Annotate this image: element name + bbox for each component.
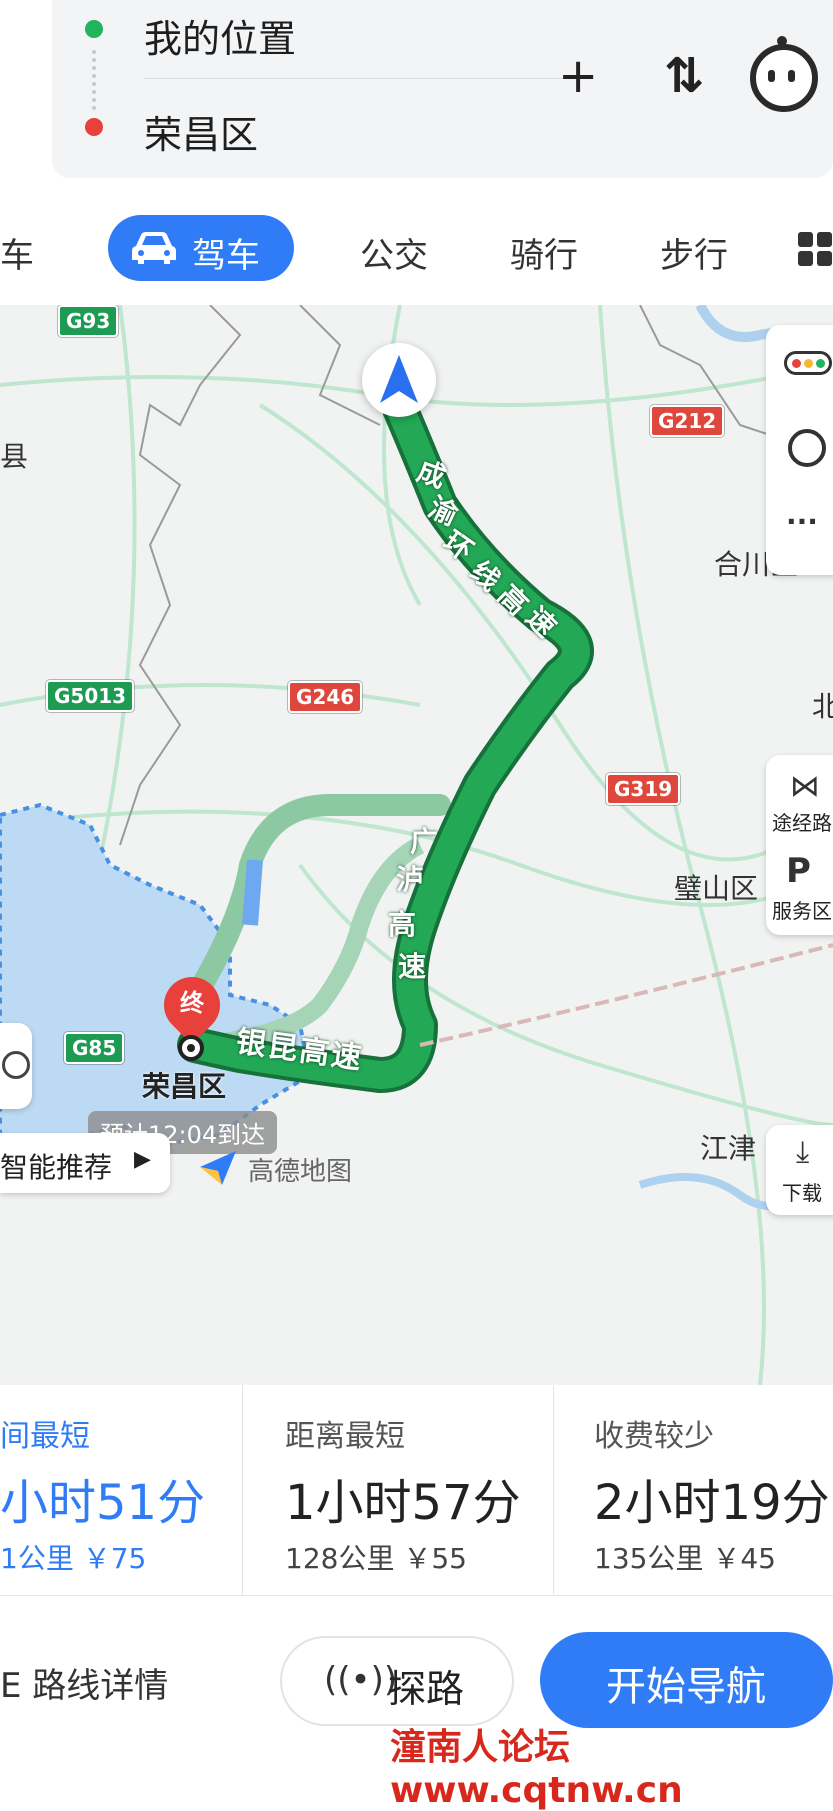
route-option-fastest[interactable]: 间最短 小时51分 1公里 ￥75 xyxy=(0,1385,242,1595)
origin-field[interactable]: 我的位置 xyxy=(144,8,296,63)
route-option-sub: 135公里 ￥45 xyxy=(594,1542,776,1575)
route-options: 间最短 小时51分 1公里 ￥75 距离最短 1小时57分 128公里 ￥55 … xyxy=(0,1385,833,1595)
explore-label: 探路 xyxy=(388,1667,465,1711)
tab-drive[interactable]: 驾车 xyxy=(108,215,294,281)
route-option-title: 收费较少 xyxy=(594,1419,714,1454)
shield-g5013: G5013 xyxy=(46,680,135,712)
place-jiangjin: 江津 xyxy=(700,1132,757,1165)
place-county: 县 xyxy=(0,440,29,473)
amap-logo-icon xyxy=(196,1145,240,1189)
smart-recommend-label: 智能推荐 xyxy=(0,1151,113,1184)
robot-icon[interactable] xyxy=(750,36,818,112)
locate-icon xyxy=(2,1051,30,1079)
more-options-icon[interactable]: ··· xyxy=(786,505,818,538)
tab-bus[interactable]: 公交 xyxy=(360,228,428,277)
road-label-guanglu-1: 广 xyxy=(410,825,439,858)
tab-cycling[interactable]: 骑行 xyxy=(510,228,578,277)
watermark: 潼南人论坛www.cqtnw.cn xyxy=(390,1727,683,1811)
history-clock-icon[interactable] xyxy=(788,429,826,467)
smart-recommend-button[interactable]: 智能推荐 ▶ xyxy=(0,1133,170,1193)
start-navigation-label: 开始导航 xyxy=(606,1664,766,1710)
route-option-sub: 1公里 ￥75 xyxy=(0,1542,147,1575)
route-option-time: 2小时19分 xyxy=(594,1475,830,1531)
route-option-lowfee[interactable]: 收费较少 2小时19分 135公里 ￥45 xyxy=(554,1385,833,1595)
start-location-icon xyxy=(362,343,436,417)
traffic-light-icon[interactable] xyxy=(784,351,832,375)
route-header: 我的位置 荣昌区 + ⇅ xyxy=(0,0,833,200)
brand-label: 高德地图 xyxy=(248,1157,353,1187)
chevron-right-icon: ▶ xyxy=(134,1147,151,1172)
download-button[interactable]: ⤓ 下载 xyxy=(766,1125,833,1215)
route-details-button[interactable]: E 路线详情 xyxy=(0,1658,168,1707)
destination-field[interactable]: 荣昌区 xyxy=(144,104,258,159)
service-area-label[interactable]: 服务区 xyxy=(772,895,832,924)
map-view[interactable]: 成 渝 环 线 高 速 广 泸 高 速 银昆高速 G93 G212 G5013 … xyxy=(0,305,833,1385)
destination-marker-icon xyxy=(178,1035,204,1061)
route-option-sub: 128公里 ￥55 xyxy=(285,1542,467,1575)
shield-g85: G85 xyxy=(64,1032,125,1064)
divider xyxy=(144,78,584,79)
route-connector xyxy=(92,50,100,110)
car-icon xyxy=(132,232,176,264)
place-bishan: 璧山区 xyxy=(674,872,759,905)
download-label: 下载 xyxy=(782,1181,822,1205)
tab-drive-label: 驾车 xyxy=(192,236,260,276)
divider xyxy=(0,1595,833,1596)
waypoint-icon[interactable]: ⋈ xyxy=(790,769,820,804)
destination-pin-label: 终 xyxy=(180,989,204,1017)
tab-walk[interactable]: 步行 xyxy=(660,228,728,277)
more-modes-icon[interactable] xyxy=(798,232,833,272)
road-label-guanglu-3: 高 xyxy=(388,908,417,941)
route-option-shortest[interactable]: 距离最短 1小时57分 128公里 ￥55 xyxy=(243,1385,553,1595)
add-waypoint-button[interactable]: + xyxy=(558,52,598,100)
shield-g246: G246 xyxy=(288,681,363,713)
tab-taxi[interactable]: 车 xyxy=(0,228,34,277)
route-option-title: 距离最短 xyxy=(285,1419,405,1454)
download-icon: ⤓ xyxy=(796,1135,810,1170)
shield-g319: G319 xyxy=(606,773,681,805)
swap-button[interactable]: ⇅ xyxy=(664,52,704,100)
locate-button[interactable] xyxy=(0,1023,32,1109)
start-navigation-button[interactable]: 开始导航 xyxy=(540,1632,833,1728)
origin-dot-icon xyxy=(85,20,103,38)
route-option-time: 1小时57分 xyxy=(285,1475,521,1531)
destination-dot-icon xyxy=(85,118,103,136)
route-option-title: 间最短 xyxy=(0,1419,90,1454)
route-option-time: 小时51分 xyxy=(0,1475,206,1531)
road-label-guanglu-2: 泸 xyxy=(396,863,425,896)
destination-map-label: 荣昌区 xyxy=(142,1070,227,1103)
waypoint-label[interactable]: 途经路 xyxy=(772,807,832,836)
service-area-icon[interactable]: P xyxy=(786,851,811,891)
radar-icon: ((•)) xyxy=(324,1660,398,1700)
place-north: 北 xyxy=(812,690,833,723)
route-tools-panel: ⋈ 途经路 P 服务区 xyxy=(766,755,833,935)
route-input-card: 我的位置 荣昌区 + ⇅ xyxy=(52,0,833,178)
explore-button[interactable]: ((•)) 探路 xyxy=(280,1636,514,1726)
map-tools-panel: ··· xyxy=(766,325,833,575)
road-label-guanglu-4: 速 xyxy=(398,950,427,983)
shield-g212: G212 xyxy=(650,405,725,437)
shield-g93: G93 xyxy=(58,305,119,337)
